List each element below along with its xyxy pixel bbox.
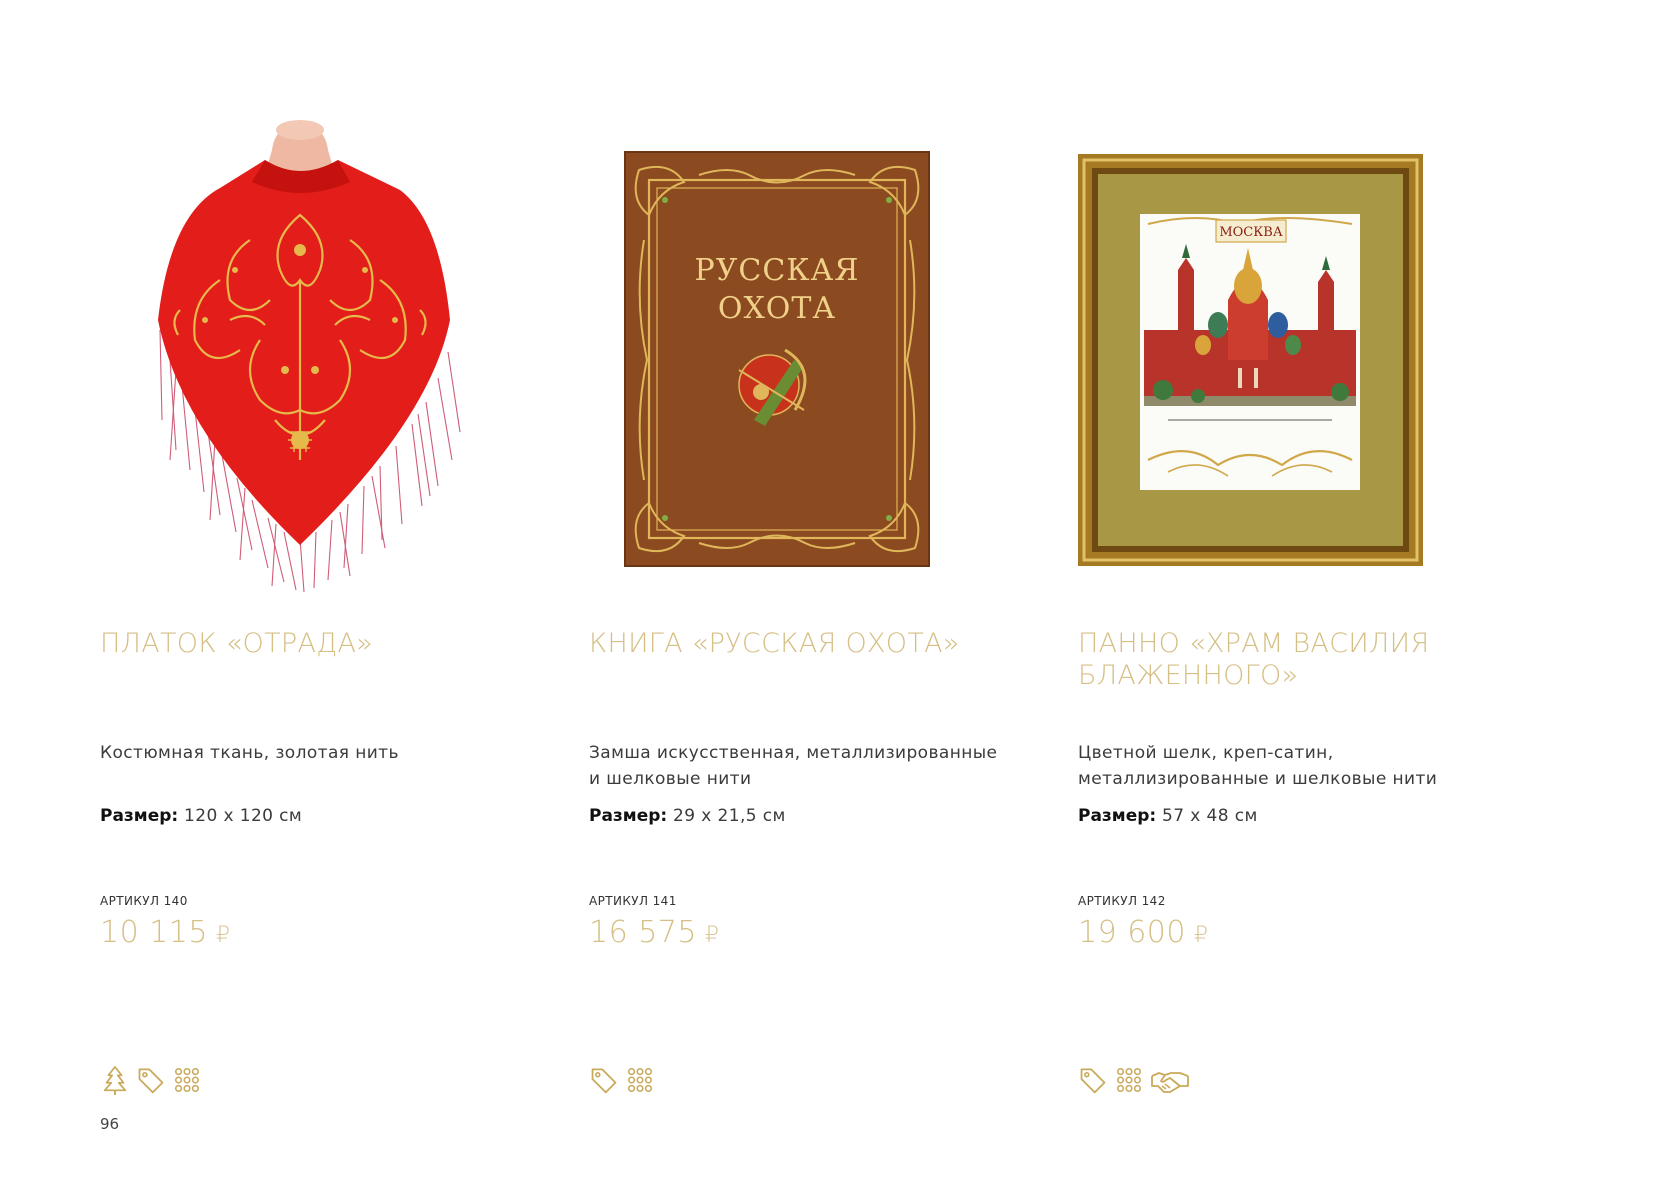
product-card-panel: МОСКВА Панно «Храм Василия Блаженного» Ц… [1078,0,1518,1181]
ruble-sign: ₽ [215,923,231,948]
shawl-image [100,120,540,600]
product-title: Книга «Русская охота» [589,628,960,659]
cover-title-line1: РУССКАЯ [695,253,860,288]
product-size: Размер: 29 х 21,5 см [589,803,786,829]
tag-icon [591,1068,617,1094]
product-title: Панно «Храм Василия Блаженного» [1078,628,1430,691]
size-label: Размер: [1078,806,1157,826]
cover-title-line2: ОХОТА [718,291,836,326]
handshake-icon [1151,1072,1189,1093]
size-value: 29 х 21,5 см [673,806,786,826]
product-material: Цветной шелк, креп-сатин, металлизирован… [1078,743,1438,789]
product-size: Размер: 57 х 48 см [1078,803,1258,829]
feature-icons [100,1063,202,1097]
product-article: АРТИКУЛ 140 [100,894,188,908]
product-title: Платок «Отрада» [100,628,374,659]
price-value: 10 115 [100,915,208,950]
size-value: 57 х 48 см [1162,806,1258,826]
product-price: 10 115 ₽ [100,915,230,950]
grid-dots-icon [175,1068,199,1092]
size-value: 120 х 120 см [184,806,303,826]
grid-dots-icon [628,1068,652,1092]
product-size: Размер: 120 х 120 см [100,803,302,829]
price-value: 16 575 [589,915,697,950]
tag-icon [138,1068,164,1094]
tag-icon [1080,1068,1106,1094]
feature-icons [589,1063,655,1097]
price-value: 19 600 [1078,915,1186,950]
size-label: Размер: [100,806,179,826]
product-material: Замша искусственная, металлизированные и… [589,743,998,789]
size-label: Размер: [589,806,668,826]
ruble-sign: ₽ [1193,923,1209,948]
product-card-shawl: Платок «Отрада» Костюмная ткань, золотая… [100,0,540,1181]
tree-icon [103,1065,127,1096]
panel-image: МОСКВА [1078,120,1518,600]
product-price: 19 600 ₽ [1078,915,1208,950]
page-number: 96 [100,1115,120,1133]
product-article: АРТИКУЛ 142 [1078,894,1166,908]
product-price: 16 575 ₽ [589,915,719,950]
product-article: АРТИКУЛ 141 [589,894,677,908]
product-material: Костюмная ткань, золотая нить [100,743,399,763]
feature-icons [1078,1063,1190,1097]
grid-dots-icon [1117,1068,1141,1092]
ruble-sign: ₽ [704,923,720,948]
book-image: РУССКАЯ ОХОТА [589,120,1029,600]
product-card-book: РУССКАЯ ОХОТА Книга «Русская охота» Замш… [589,0,1029,1181]
panel-caption: МОСКВА [1219,225,1283,240]
